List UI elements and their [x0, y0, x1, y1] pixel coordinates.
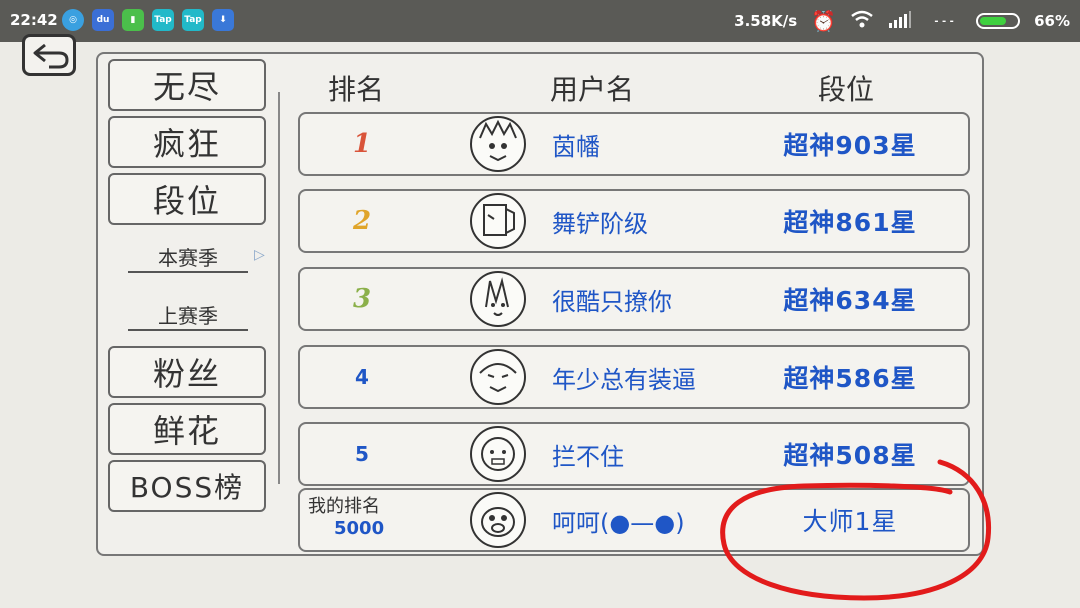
my-rank-row[interactable]: 我的排名 5000 呵呵(●—●) 大师1星: [298, 488, 970, 552]
status-time: 22:42: [10, 11, 58, 29]
username: 舞铲阶级: [552, 209, 648, 238]
back-button[interactable]: [22, 34, 76, 76]
rank-number: 3: [352, 284, 372, 314]
leaderboard-row[interactable]: 3 很酷只撩你 超神634星: [298, 267, 970, 331]
status-bar: 22:42 ◎ du ▮ Tap Tap ⬇ 3.58K/s ⏰ - - - 6…: [0, 0, 1080, 42]
avatar: [470, 426, 526, 482]
selected-arrow-icon: ▷: [254, 247, 265, 263]
tab-fans[interactable]: 粉丝: [108, 346, 266, 398]
username: 年少总有装逼: [552, 365, 696, 394]
tab-endless[interactable]: 无尽: [108, 59, 266, 111]
tab-flowers[interactable]: 鲜花: [108, 403, 266, 455]
tab-last-season[interactable]: 上赛季: [128, 299, 248, 331]
signal-icon: [888, 10, 912, 32]
clipboard-icon: ▮: [122, 9, 144, 31]
tab-crazy[interactable]: 疯狂: [108, 116, 266, 168]
sim-icon: - - -: [934, 15, 954, 27]
du-icon: du: [92, 9, 114, 31]
username: 茵幡: [552, 132, 600, 161]
avatar: [470, 349, 526, 405]
leaderboard-row[interactable]: 5 拦不住 超神508星: [298, 422, 970, 486]
alarm-icon: ⏰: [811, 9, 837, 33]
taptap-icon-2: Tap: [182, 9, 204, 31]
username: 拦不住: [552, 442, 624, 471]
tier: 大师1星: [802, 507, 898, 536]
tier: 超神634星: [783, 286, 917, 315]
tab-this-season[interactable]: 本赛季: [128, 241, 248, 273]
tab-rank[interactable]: 段位: [108, 173, 266, 225]
wifi-icon: [850, 10, 874, 32]
rank-number: 1: [352, 129, 372, 159]
taptap-icon: Tap: [152, 9, 174, 31]
header-username: 用户名: [550, 73, 635, 106]
username: 很酷只撩你: [552, 287, 672, 316]
leaderboard-row[interactable]: 2 舞铲阶级 超神861星: [298, 189, 970, 253]
rank-number: 5: [355, 442, 369, 466]
avatar: [470, 271, 526, 327]
rank-number: 2: [352, 206, 372, 236]
avatar: [470, 116, 526, 172]
tier: 超神586星: [783, 364, 917, 393]
header-tier: 段位: [818, 73, 875, 106]
my-rank-label: 我的排名: [308, 496, 380, 517]
download-icon: ⬇: [212, 9, 234, 31]
my-rank-number: 5000: [334, 518, 385, 539]
avatar: [470, 492, 526, 548]
browser-icon: ◎: [62, 9, 84, 31]
back-arrow-icon: [33, 43, 69, 69]
sidebar-divider: [278, 92, 280, 484]
tier: 超神861星: [783, 208, 917, 237]
tier: 超神903星: [783, 131, 917, 160]
header-rank: 排名: [328, 73, 385, 106]
battery-percent: 66%: [1034, 12, 1070, 30]
username: 呵呵(●—●): [552, 508, 685, 537]
tab-boss[interactable]: BOSS榜: [108, 460, 266, 512]
leaderboard-row[interactable]: 4 年少总有装逼 超神586星: [298, 345, 970, 409]
leaderboard-row[interactable]: 1 茵幡 超神903星: [298, 112, 970, 176]
tier: 超神508星: [783, 441, 917, 470]
avatar: [470, 193, 526, 249]
network-speed: 3.58K/s: [734, 12, 798, 30]
battery-icon: [976, 13, 1021, 29]
rank-number: 4: [355, 365, 369, 389]
notification-icons: ◎ du ▮ Tap Tap ⬇: [62, 9, 234, 31]
